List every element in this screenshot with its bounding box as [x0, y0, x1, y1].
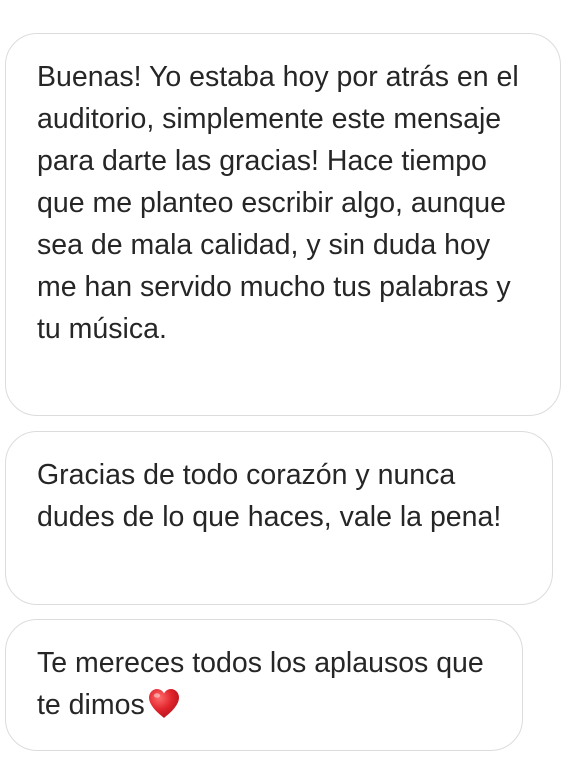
- message-bubble[interactable]: Buenas! Yo estaba hoy por atrás en el au…: [5, 33, 561, 416]
- message-bubble[interactable]: Gracias de todo corazón y nunca dudes de…: [5, 431, 553, 605]
- red-heart-icon: [146, 686, 182, 722]
- message-bubble[interactable]: Te mereces todos los aplausos que te dim…: [5, 619, 523, 751]
- message-thread: Buenas! Yo estaba hoy por atrás en el au…: [0, 0, 571, 774]
- message-text: Buenas! Yo estaba hoy por atrás en el au…: [37, 61, 519, 345]
- message-text: Gracias de todo corazón y nunca dudes de…: [37, 459, 502, 533]
- message-text: Te mereces todos los aplausos que te dim…: [37, 647, 484, 721]
